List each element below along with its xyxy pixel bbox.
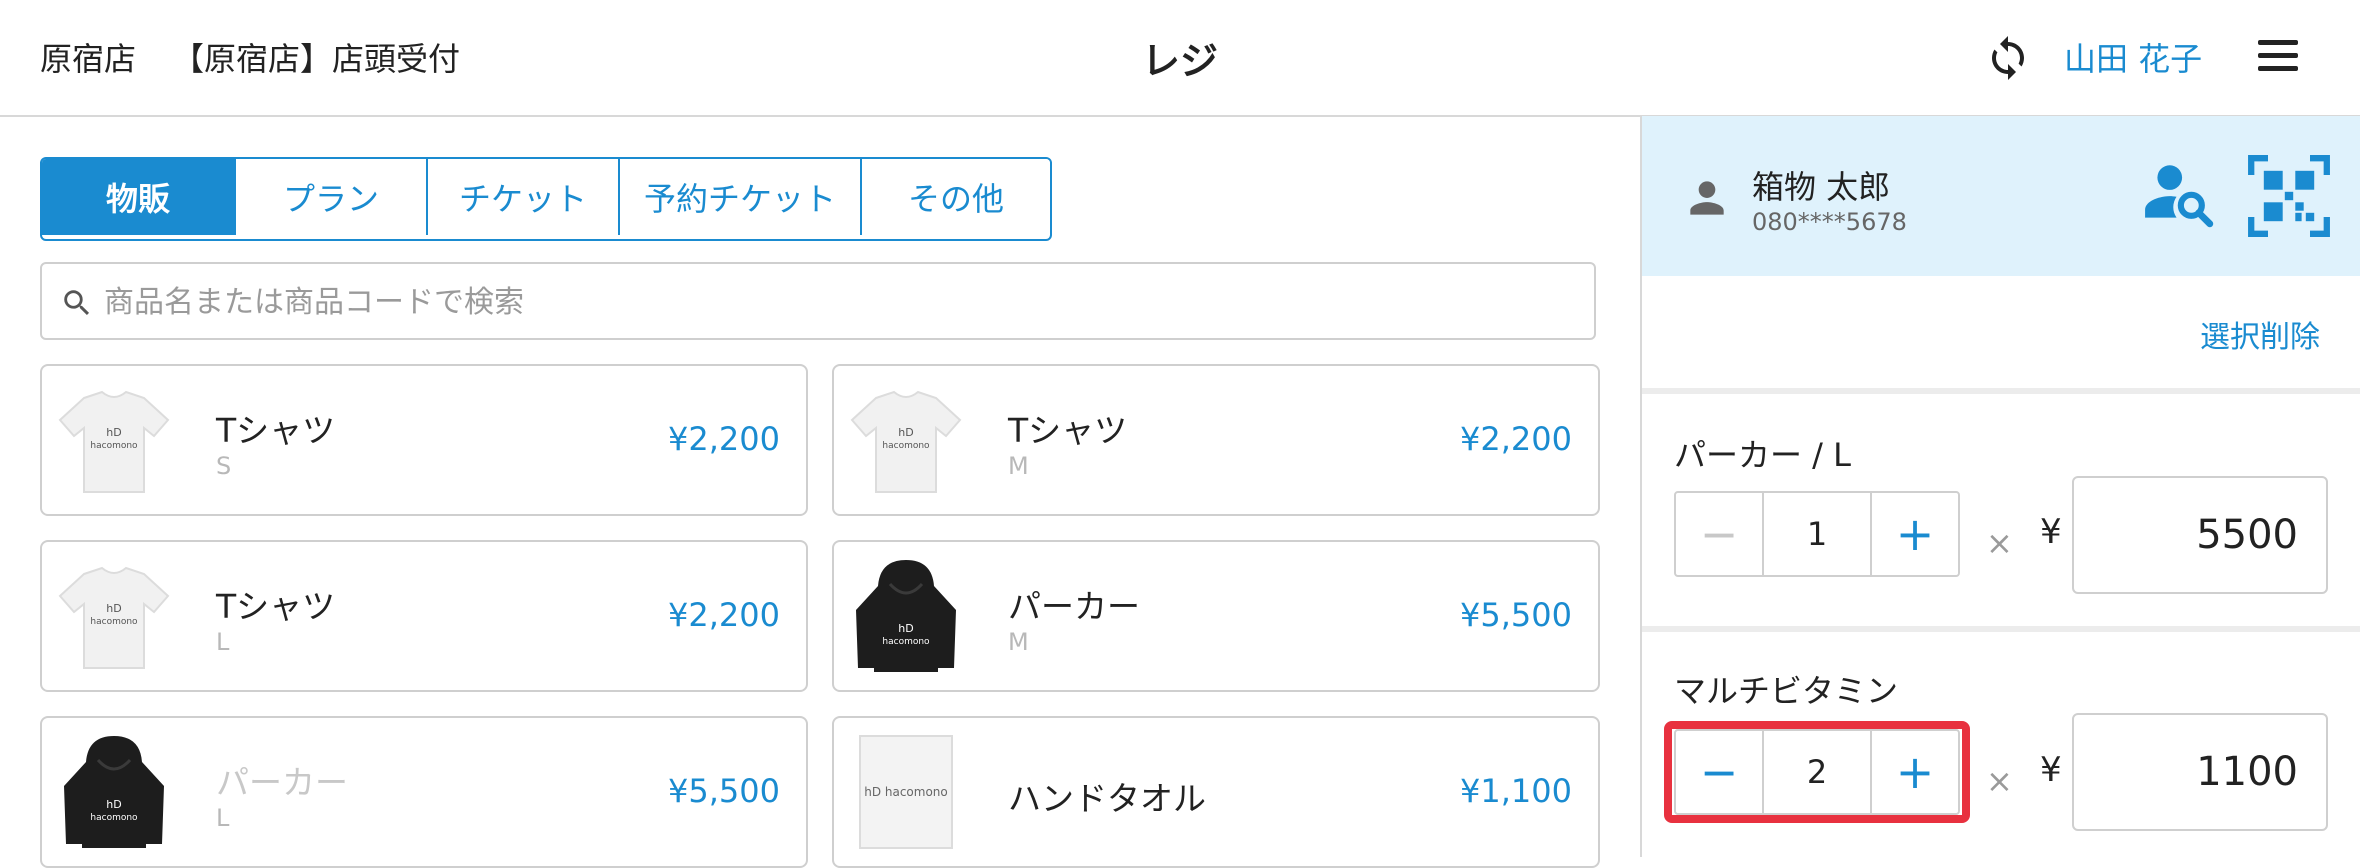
yen-sign: ¥ (2040, 512, 2062, 552)
product-variant: S (216, 452, 232, 480)
staff-user-name[interactable]: 山田 花子 (2064, 34, 2202, 80)
product-price: ¥5,500 (668, 772, 780, 810)
product-price: ¥5,500 (1460, 596, 1572, 634)
sync-icon[interactable] (1984, 34, 2032, 82)
cart-separator (1642, 388, 2360, 394)
hamburger-menu-icon[interactable] (2258, 40, 2298, 74)
product-variant: M (1008, 452, 1029, 480)
product-card[interactable]: ハンドタオル ¥1,100 (832, 716, 1600, 868)
unit-price-input[interactable]: 5500 (2072, 476, 2328, 594)
search-icon (64, 290, 90, 316)
product-variant: M (1008, 628, 1029, 656)
hand-towel-image (846, 732, 966, 852)
clear-selection-button[interactable]: 選択削除 (2200, 312, 2320, 356)
customer-search-icon[interactable] (2142, 156, 2216, 230)
white-tshirt-image (846, 380, 966, 500)
customer-phone: 080****5678 (1752, 208, 1907, 236)
increase-quantity-button[interactable]: + (1870, 493, 1958, 575)
tab-other[interactable]: その他 (862, 159, 1050, 235)
product-search (40, 262, 1596, 340)
cart-separator (1642, 626, 2360, 632)
tab-merchandise[interactable]: 物販 (42, 159, 236, 235)
white-tshirt-image (54, 380, 174, 500)
tab-plan[interactable]: プラン (236, 159, 428, 235)
multiply-sign: × (1986, 524, 2013, 562)
product-card[interactable]: パーカー M ¥5,500 (832, 540, 1600, 692)
tab-reservation-ticket[interactable]: 予約チケット (620, 159, 862, 235)
product-price: ¥2,200 (1460, 420, 1572, 458)
product-name: Tシャツ (216, 587, 336, 626)
product-price: ¥1,100 (1460, 772, 1572, 810)
white-tshirt-image (54, 556, 174, 676)
quantity-stepper: − 1 + (1674, 491, 1960, 577)
product-card[interactable]: Tシャツ L ¥2,200 (40, 540, 808, 692)
search-input[interactable] (102, 272, 1566, 332)
person-icon (1690, 181, 1724, 215)
customer-name: 箱物 太郎 (1752, 168, 1891, 206)
category-tabs: 物販 プラン チケット 予約チケット その他 (40, 157, 1052, 241)
product-name: Tシャツ (216, 411, 336, 450)
qr-code-scan-icon[interactable] (2247, 154, 2331, 238)
product-name: ハンドタオル (1008, 779, 1206, 818)
decrease-quantity-button[interactable]: − (1676, 493, 1764, 575)
highlight-box (1664, 721, 1970, 823)
customer-panel: 箱物 太郎 080****5678 (1642, 116, 2360, 276)
black-hoodie-image (846, 556, 966, 676)
product-card[interactable]: Tシャツ M ¥2,200 (832, 364, 1600, 516)
product-variant: L (216, 804, 230, 832)
product-name: パーカー (1008, 587, 1140, 626)
cart-item-name: パーカー / L (1674, 436, 1851, 474)
unit-price-input[interactable]: 1100 (2072, 713, 2328, 831)
product-price: ¥2,200 (668, 420, 780, 458)
cart-item-name: マルチビタミン (1674, 672, 1899, 710)
top-bar: 原宿店 【原宿店】店頭受付 レジ 山田 花子 (0, 0, 2360, 117)
product-name: パーカー (216, 763, 348, 802)
black-hoodie-image (54, 732, 174, 852)
yen-sign: ¥ (2040, 750, 2062, 790)
product-card[interactable]: パーカー L ¥5,500 (40, 716, 808, 868)
quantity-value[interactable]: 1 (1764, 493, 1870, 575)
product-name: Tシャツ (1008, 411, 1128, 450)
product-variant: L (216, 628, 230, 656)
product-price: ¥2,200 (668, 596, 780, 634)
product-card[interactable]: Tシャツ S ¥2,200 (40, 364, 808, 516)
tab-ticket[interactable]: チケット (428, 159, 620, 235)
multiply-sign: × (1986, 762, 2013, 800)
